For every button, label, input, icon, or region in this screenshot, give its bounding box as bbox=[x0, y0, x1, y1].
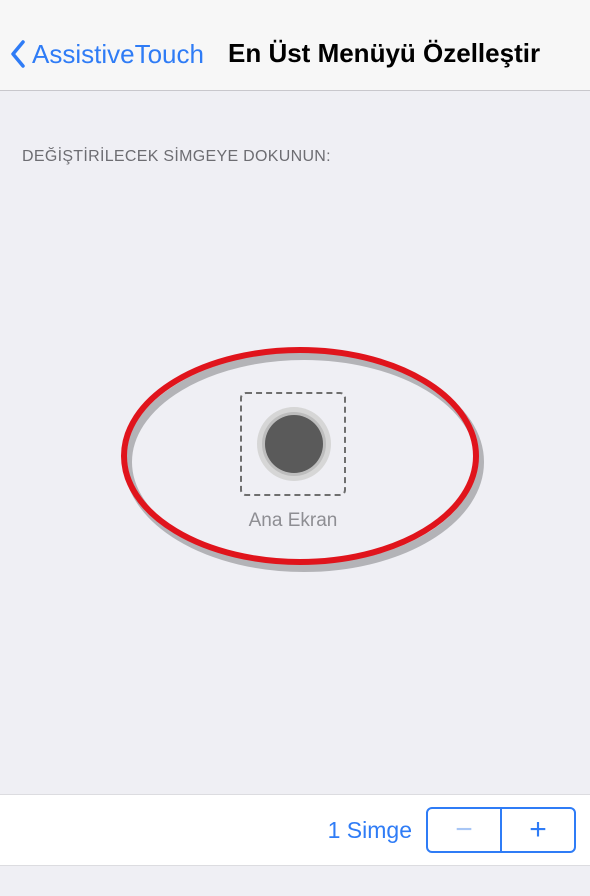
icon-count-stepper[interactable]: − + bbox=[426, 807, 576, 853]
section-header: DEĞİŞTİRİLECEK SİMGEYE DOKUNUN: bbox=[22, 148, 331, 165]
chevron-left-icon bbox=[11, 40, 25, 68]
page-title: En Üst Menüyü Özelleştir bbox=[228, 38, 541, 68]
icon-count-label: 1 Simge bbox=[327, 817, 412, 843]
decrement-button[interactable]: − bbox=[428, 809, 502, 851]
icon-label: Ana Ekran bbox=[248, 510, 338, 531]
home-button-icon bbox=[257, 407, 331, 481]
back-button-label: AssistiveTouch bbox=[32, 38, 204, 69]
footer-bar: 1 Simge − + bbox=[0, 794, 590, 866]
top-menu-icon-slot[interactable] bbox=[240, 392, 346, 496]
increment-button[interactable]: + bbox=[502, 809, 574, 851]
back-button[interactable]: AssistiveTouch bbox=[10, 34, 204, 74]
navigation-bar: AssistiveTouch En Üst Menüyü Özelleştir bbox=[0, 0, 590, 91]
